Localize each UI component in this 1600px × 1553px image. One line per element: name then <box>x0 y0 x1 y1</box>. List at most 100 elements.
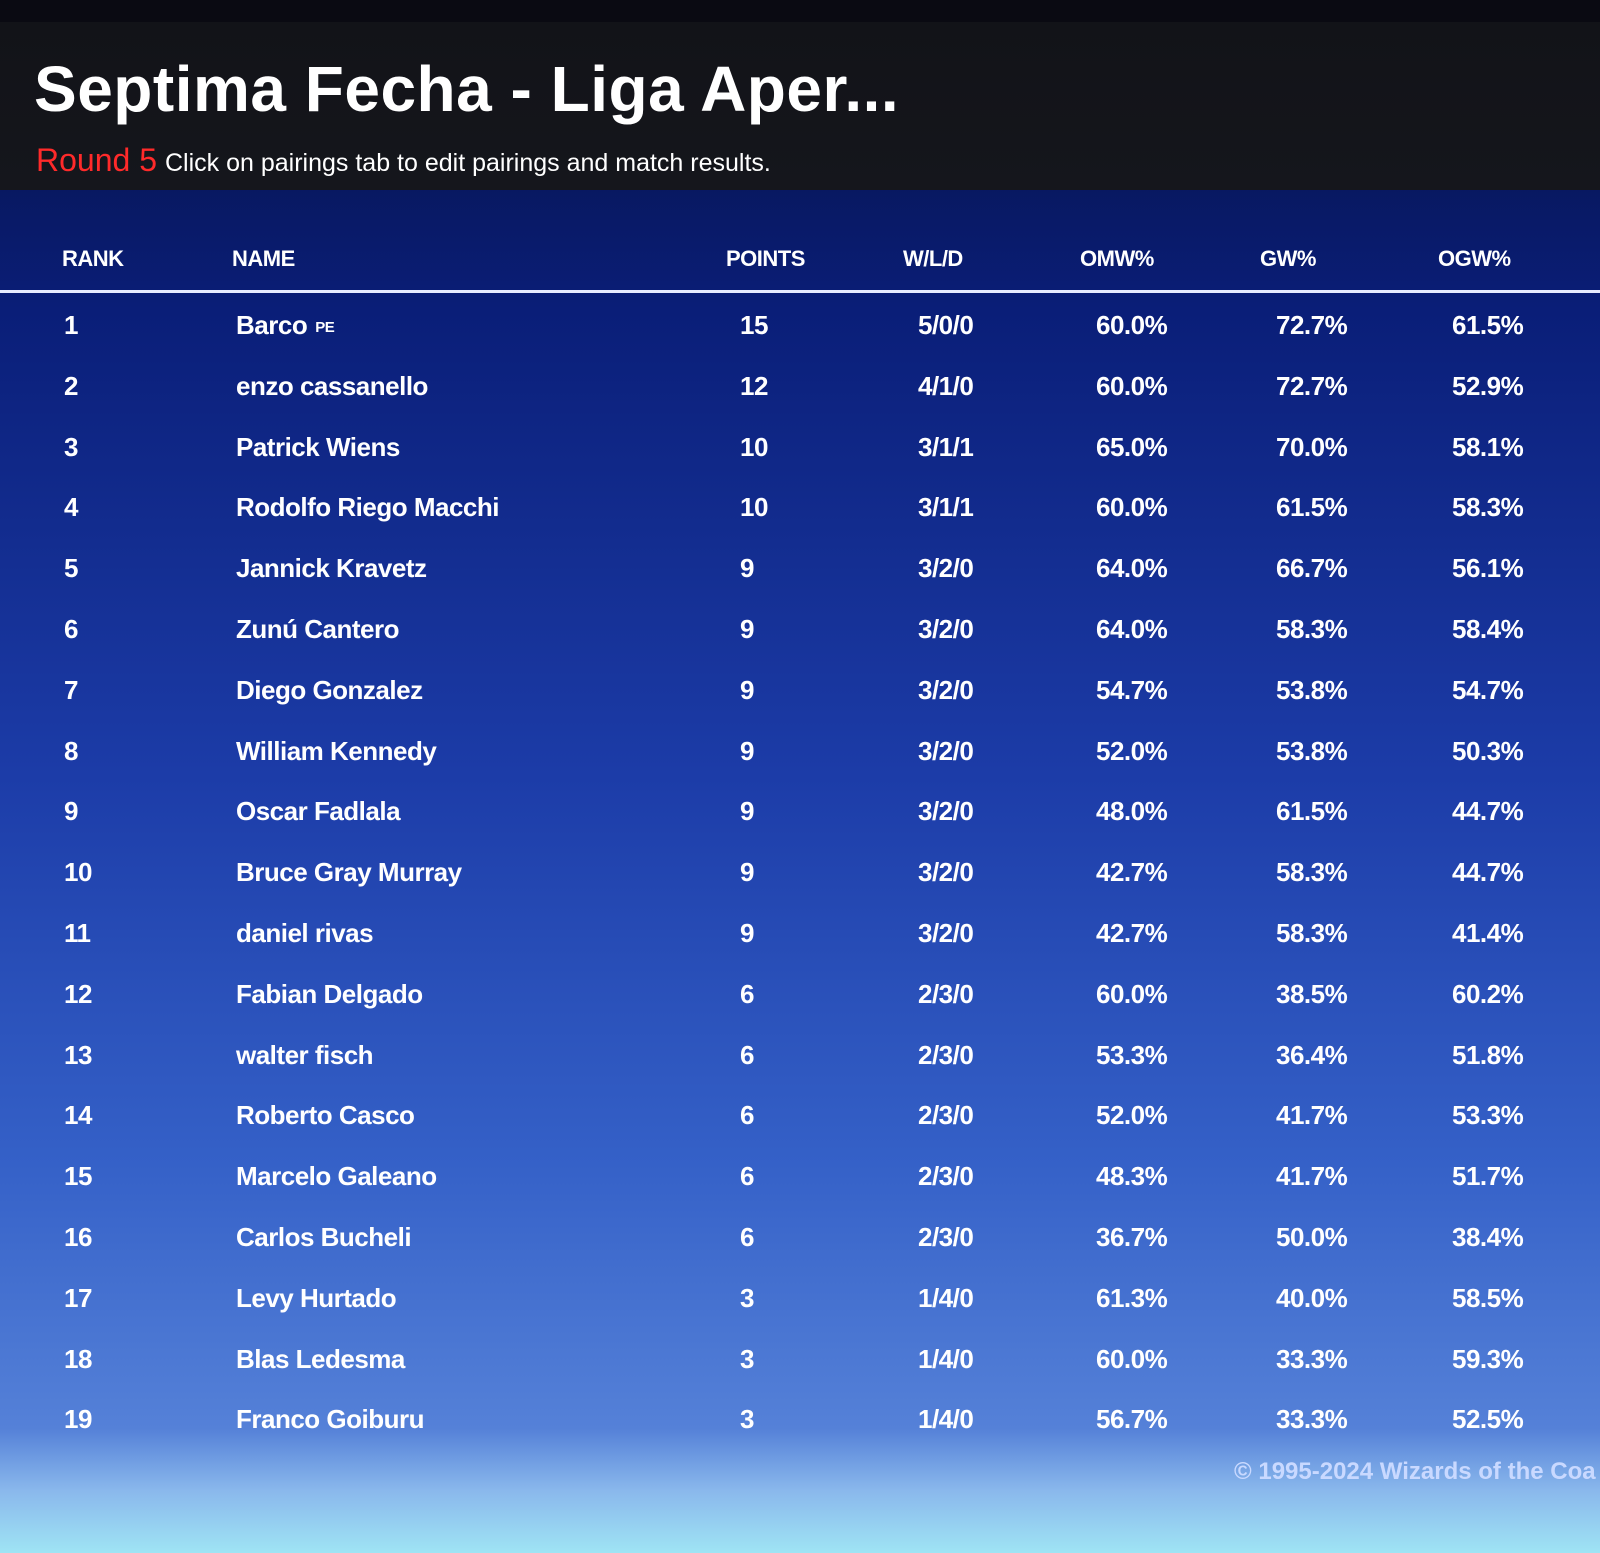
column-header-wld[interactable]: W/L/D <box>903 246 963 272</box>
player-name: Jannick Kravetz <box>236 553 427 584</box>
rank-cell: 4 <box>64 492 78 523</box>
ogw-cell: 53.3% <box>1452 1100 1524 1131</box>
rank-cell-text: 4 <box>64 492 78 523</box>
wld-cell-text: 2/3/0 <box>918 1221 974 1252</box>
ogw-cell-text: 60.2% <box>1452 978 1524 1009</box>
points-cell: 3 <box>740 1344 754 1375</box>
gw-cell: 61.5% <box>1276 492 1348 523</box>
wld-cell-text: 2/3/0 <box>918 1039 974 1070</box>
table-row[interactable]: 8 William Kennedy 9 3/2/0 52.0% 53.8% 50.3% <box>0 724 1600 785</box>
points-cell: 9 <box>740 857 754 888</box>
table-row[interactable]: 15 Marcelo Galeano 6 2/3/0 48.3% 41.7% 51.7% <box>0 1149 1600 1210</box>
table-row[interactable]: 2 enzo cassanello 12 4/1/0 60.0% 72.7% 52.9% <box>0 359 1600 420</box>
rank-cell: 16 <box>64 1222 92 1253</box>
table-row[interactable]: 17 Levy Hurtado 3 1/4/0 61.3% 40.0% 58.5% <box>0 1271 1600 1332</box>
omw-cell: 42.7% <box>1096 857 1168 888</box>
rank-cell: 3 <box>64 432 78 463</box>
table-row[interactable]: 1 Barco PE 15 5/0/0 60.0% 72.7% 61.5% <box>0 298 1600 359</box>
wld-cell-text: 3/2/0 <box>918 674 974 705</box>
player-name-text: Diego Gonzalez <box>236 674 423 705</box>
gw-cell-text: 50.0% <box>1276 1221 1348 1252</box>
rank-cell-text: 13 <box>64 1039 92 1070</box>
wld-cell: 2/3/0 <box>918 1039 974 1071</box>
header-divider <box>0 290 1600 293</box>
points-cell-text: 6 <box>740 1221 754 1252</box>
wld-cell-text: 1/4/0 <box>918 1343 974 1374</box>
table-row[interactable]: 4 Rodolfo Riego Macchi 10 3/1/1 60.0% 61.5% 58… <box>0 480 1600 541</box>
player-name: Barco PE <box>236 310 335 341</box>
points-cell-text: 9 <box>740 613 754 644</box>
points-cell-text: 6 <box>740 1039 754 1070</box>
column-header-points[interactable]: POINTS <box>726 246 805 272</box>
wld-cell-text: 2/3/0 <box>918 978 974 1009</box>
column-header-name[interactable]: NAME <box>232 246 295 272</box>
column-header-omw[interactable]: OMW% <box>1080 246 1154 272</box>
gw-cell-text: 58.3% <box>1276 613 1348 644</box>
rank-cell: 9 <box>64 796 78 827</box>
table-row[interactable]: 14 Roberto Casco 6 2/3/0 52.0% 41.7% 53.3% <box>0 1088 1600 1149</box>
table-row[interactable]: 6 Zunú Cantero 9 3/2/0 64.0% 58.3% 58.4% <box>0 602 1600 663</box>
column-header-ogw[interactable]: OGW% <box>1438 246 1511 272</box>
column-header-gw[interactable]: GW% <box>1260 246 1316 272</box>
country-flag-icon: PE <box>315 318 335 336</box>
points-cell-text: 3 <box>740 1282 754 1313</box>
omw-cell-text: 42.7% <box>1096 917 1168 948</box>
table-row[interactable]: 18 Blas Ledesma 3 1/4/0 60.0% 33.3% 59.3% <box>0 1332 1600 1393</box>
ogw-cell: 38.4% <box>1452 1222 1524 1253</box>
table-row[interactable]: 9 Oscar Fadlala 9 3/2/0 48.0% 61.5% 44.7% <box>0 784 1600 845</box>
points-cell-text: 12 <box>740 370 768 401</box>
omw-cell: 60.0% <box>1096 371 1168 402</box>
omw-cell: 48.3% <box>1096 1161 1168 1192</box>
gw-cell-text: 72.7% <box>1276 370 1348 401</box>
wld-cell-text: 3/2/0 <box>918 917 974 948</box>
points-cell: 9 <box>740 736 754 767</box>
ogw-cell: 44.7% <box>1452 857 1524 888</box>
points-cell-text: 10 <box>740 492 768 523</box>
points-cell: 9 <box>740 796 754 827</box>
gw-cell-text: 38.5% <box>1276 978 1348 1009</box>
rank-cell-text: 9 <box>64 796 78 827</box>
ogw-cell-text: 54.7% <box>1452 674 1524 705</box>
wld-cell-text: 4/1/0 <box>918 370 974 401</box>
player-name-text: Rodolfo Riego Macchi <box>236 492 500 523</box>
table-row[interactable]: 11 daniel rivas 9 3/2/0 42.7% 58.3% 41.4% <box>0 906 1600 967</box>
omw-cell: 53.3% <box>1096 1040 1168 1071</box>
table-row[interactable]: 13 walter fisch 6 2/3/0 53.3% 36.4% 51.8% <box>0 1028 1600 1089</box>
rank-cell-text: 11 <box>64 917 91 948</box>
rank-cell: 10 <box>64 857 92 888</box>
table-row[interactable]: 19 Franco Goiburu 3 1/4/0 56.7% 33.3% 52.5% <box>0 1392 1600 1453</box>
rank-cell-text: 6 <box>64 613 78 644</box>
ogw-cell-text: 58.3% <box>1452 492 1524 523</box>
gw-cell-text: 41.7% <box>1276 1100 1348 1131</box>
gw-cell: 40.0% <box>1276 1283 1348 1314</box>
points-cell-text: 9 <box>740 674 754 705</box>
gw-cell-text: 66.7% <box>1276 553 1348 584</box>
table-row[interactable]: 5 Jannick Kravetz 9 3/2/0 64.0% 66.7% 56.1% <box>0 541 1600 602</box>
gw-cell: 58.3% <box>1276 918 1348 949</box>
omw-cell-text: 48.3% <box>1096 1161 1168 1192</box>
wld-cell: 2/3/0 <box>918 1221 974 1253</box>
points-cell-text: 10 <box>740 431 768 462</box>
gw-cell: 72.7% <box>1276 310 1348 341</box>
player-name: Bruce Gray Murray <box>236 857 462 888</box>
gw-cell: 33.3% <box>1276 1344 1348 1375</box>
table-row[interactable]: 12 Fabian Delgado 6 2/3/0 60.0% 38.5% 60.2% <box>0 967 1600 1028</box>
table-row[interactable]: 7 Diego Gonzalez 9 3/2/0 54.7% 53.8% 54.7% <box>0 663 1600 724</box>
wld-cell: 1/4/0 <box>918 1343 974 1375</box>
ogw-cell-text: 51.7% <box>1452 1161 1524 1192</box>
ogw-cell: 44.7% <box>1452 796 1524 827</box>
points-cell-text: 9 <box>740 857 754 888</box>
column-header-rank[interactable]: RANK <box>62 246 124 272</box>
table-row[interactable]: 3 Patrick Wiens 10 3/1/1 65.0% 70.0% 58.1% <box>0 420 1600 481</box>
wld-cell-text: 3/2/0 <box>918 796 974 827</box>
ogw-cell: 58.3% <box>1452 492 1524 523</box>
player-name-text: Fabian Delgado <box>236 978 423 1009</box>
pairings-instructions: Click on pairings tab to edit pairings a… <box>164 149 771 177</box>
ogw-cell: 56.1% <box>1452 553 1524 584</box>
ogw-cell: 51.8% <box>1452 1040 1524 1071</box>
table-row[interactable]: 10 Bruce Gray Murray 9 3/2/0 42.7% 58.3% 44.7% <box>0 845 1600 906</box>
player-name: Levy Hurtado <box>236 1283 397 1314</box>
table-row[interactable]: 16 Carlos Bucheli 6 2/3/0 36.7% 50.0% 38.4% <box>0 1210 1600 1271</box>
event-title: Septima Fecha - Liga Aper... <box>34 53 900 125</box>
omw-cell: 54.7% <box>1096 675 1168 706</box>
